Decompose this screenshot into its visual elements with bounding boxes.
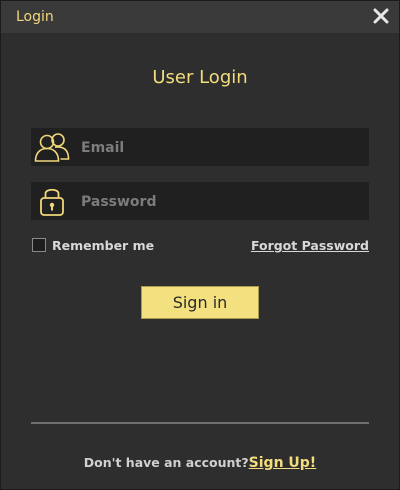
forgot-password-link[interactable]: Forgot Password — [251, 238, 369, 253]
signup-prompt: Don't have an account? — [83, 455, 249, 470]
form-heading: User Login — [152, 67, 248, 88]
divider — [31, 422, 369, 424]
window-title: Login — [16, 9, 54, 25]
close-icon — [373, 8, 389, 24]
email-input[interactable] — [79, 128, 363, 168]
remember-checkbox[interactable] — [32, 238, 46, 252]
title-bar: Login — [1, 1, 399, 33]
users-icon — [33, 130, 71, 164]
signup-row: Don't have an account?Sign Up! — [1, 452, 399, 471]
email-field[interactable] — [31, 128, 369, 168]
close-button[interactable] — [371, 6, 391, 26]
password-field[interactable] — [31, 182, 369, 222]
login-window: Login User Login Email Remember me Forgo… — [0, 0, 400, 490]
password-input[interactable] — [79, 182, 363, 222]
sign-up-link[interactable]: Sign Up! — [249, 455, 317, 471]
login-form: User Login Email Remember me Forgot Pass… — [1, 33, 399, 489]
lock-icon — [33, 184, 71, 218]
sign-in-button[interactable]: Sign in — [141, 286, 259, 319]
remember-label: Remember me — [52, 238, 155, 253]
